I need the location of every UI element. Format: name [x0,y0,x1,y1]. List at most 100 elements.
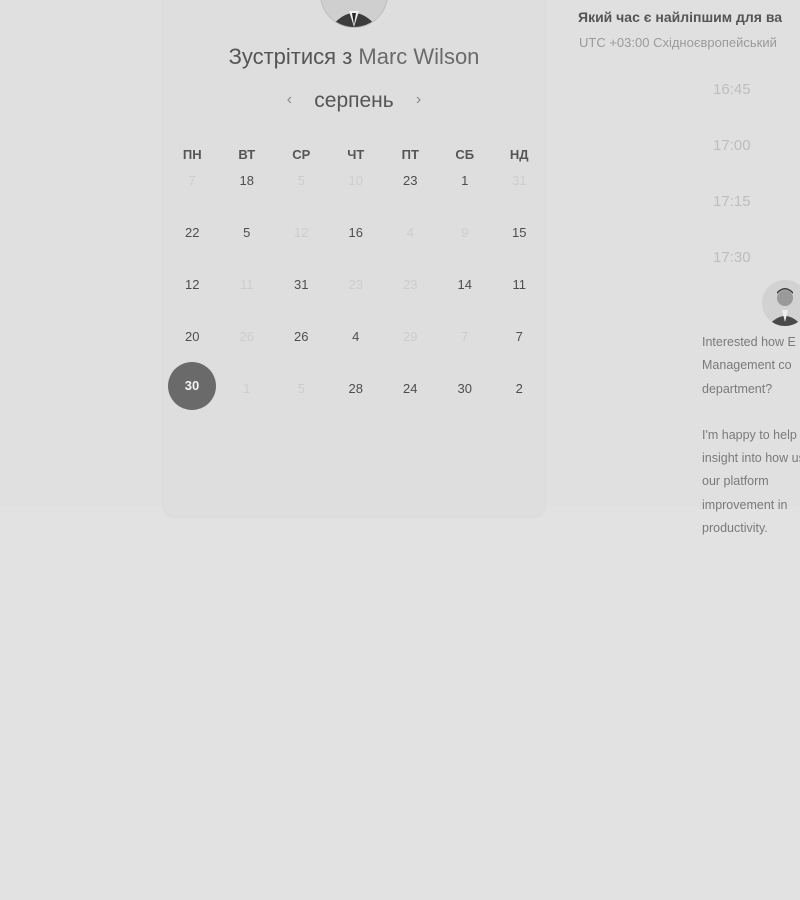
calendar-day-number: 26 [294,329,309,344]
calendar-day[interactable]: 5 [220,220,275,272]
calendar-grid: ПН ВТ СР ЧТ ПТ СБ НД 7 18 5 10 23 1 31 22 5 12 16 4 9 15 12 1… [165,142,547,428]
agent-avatar [762,280,800,326]
calendar-day[interactable]: 24 [383,376,438,428]
prev-month-icon[interactable]: ‹ [280,91,298,109]
calendar-day-number: 11 [240,277,254,292]
calendar-day-number: 2 [515,381,523,396]
calendar-day-number: 23 [348,277,363,292]
calendar-day[interactable]: 7 [492,324,547,376]
calendar-day: 1 [220,376,275,428]
calendar-day-number: 1 [243,381,251,396]
agent-message: Interested how E Management co departmen… [702,331,800,563]
weekday-label: ПТ [401,147,419,162]
calendar-day[interactable]: 4 [329,324,384,376]
time-slot[interactable]: 17:00 [713,137,751,154]
weekday-header: ПН ВТ СР ЧТ ПТ СБ НД [165,142,547,168]
calendar-day-number: 5 [297,381,305,396]
weekday-label: НД [509,147,529,162]
calendar-day: 5 [274,168,329,220]
calendar-day: 26 [220,324,275,376]
timezone-label[interactable]: UTC +03:00 Східноєвропейський [579,35,777,50]
weekday-label: ВТ [238,147,256,162]
calendar-day: 4 [383,220,438,272]
calendar-day[interactable]: 16 [329,220,384,272]
weekday-label: СР [292,147,311,162]
calendar-day-number: 30 [457,381,472,396]
calendar-day: 9 [438,220,493,272]
calendar-week-row: 22 5 12 16 4 9 15 [165,220,547,272]
calendar-day-number: 9 [461,225,469,240]
calendar-day: 5 [274,376,329,428]
calendar-week-row: 30 1 5 28 24 30 2 [165,362,547,428]
calendar-day-number: 12 [294,225,309,240]
message-paragraph: I'm happy to help insight into how use o… [702,427,800,536]
calendar-day[interactable]: 30 [438,376,493,428]
calendar-day[interactable]: 12 [165,272,220,324]
calendar-week-row: 20 26 26 4 29 7 7 [165,324,547,376]
calendar-day-number: 4 [406,225,414,240]
calendar-day-number: 20 [185,329,200,344]
weekday-label: СБ [455,147,475,162]
calendar-day: 23 [329,272,384,324]
calendar-day-number: 5 [297,173,305,188]
calendar-day-number: 29 [403,329,418,344]
calendar-day-number: 7 [461,329,469,344]
calendar-day-number: 23 [403,277,418,292]
calendar-day[interactable]: 28 [329,376,384,428]
calendar-day: 29 [383,324,438,376]
calendar-day-number: 7 [188,173,196,188]
time-question: Який час є найліпшим для ва [578,9,783,25]
calendar-day-number: 5 [243,225,251,240]
calendar-body: 7 18 5 10 23 1 31 22 5 12 16 4 9 15 12 11 31 23 23 14 11 20 26… [165,168,547,428]
calendar-day: 7 [165,168,220,220]
calendar-day-number: 12 [185,277,200,292]
calendar-day-number: 24 [403,381,418,396]
month-label: серпень [314,89,394,112]
calendar-day-number: 1 [461,173,469,188]
calendar-day-number: 30 [168,362,216,410]
calendar-day[interactable]: 15 [492,220,547,272]
time-slot[interactable]: 17:30 [713,249,751,266]
calendar-day-number: 23 [403,173,418,188]
calendar-day-number: 10 [348,173,363,188]
calendar-day-number: 22 [185,225,200,240]
calendar-day-number: 28 [348,381,363,396]
calendar-day[interactable]: 2 [492,376,547,428]
next-month-icon[interactable]: › [410,91,428,109]
calendar-day: 7 [438,324,493,376]
calendar-day: 10 [329,168,384,220]
calendar-week-row: 12 11 31 23 23 14 11 [165,272,547,324]
calendar-day: 11 [220,272,275,324]
calendar-day-number: 18 [239,173,254,188]
weekday-label: ПН [182,147,202,162]
calendar-day-number: 14 [457,277,472,292]
time-slot[interactable]: 17:15 [713,193,751,210]
calendar-day-number: 26 [239,329,254,344]
calendar-day-number: 16 [348,225,363,240]
month-navigator: ‹ серпень › [163,89,545,113]
meeting-title-prefix: Зустрітися з [228,44,353,69]
calendar-day: 31 [492,168,547,220]
host-name: Marc Wilson [358,44,480,69]
calendar-day-number: 31 [512,173,527,188]
calendar-day[interactable]: 14 [438,272,493,324]
time-slot[interactable]: 16:45 [713,81,751,98]
calendar-day[interactable]: 26 [274,324,329,376]
weekday-label: ЧТ [347,147,365,162]
calendar-day-number: 4 [352,329,360,344]
calendar-day[interactable]: 1 [438,168,493,220]
calendar-day: 12 [274,220,329,272]
calendar-day[interactable]: 23 [383,168,438,220]
calendar-week-row: 7 18 5 10 23 1 31 [165,168,547,220]
calendar-day[interactable]: 31 [274,272,329,324]
calendar-day[interactable]: 22 [165,220,220,272]
calendar-day-selected[interactable]: 30 [165,362,220,428]
calendar-day-number: 7 [515,329,523,344]
calendar-day-number: 11 [512,277,527,292]
meeting-title: Зустрітися з Marc Wilson [163,44,545,70]
calendar-day[interactable]: 18 [220,168,275,220]
calendar-day: 23 [383,272,438,324]
calendar-day-number: 15 [512,225,527,240]
message-paragraph: Interested how E Management co departmen… [702,335,796,396]
calendar-day[interactable]: 11 [492,272,547,324]
